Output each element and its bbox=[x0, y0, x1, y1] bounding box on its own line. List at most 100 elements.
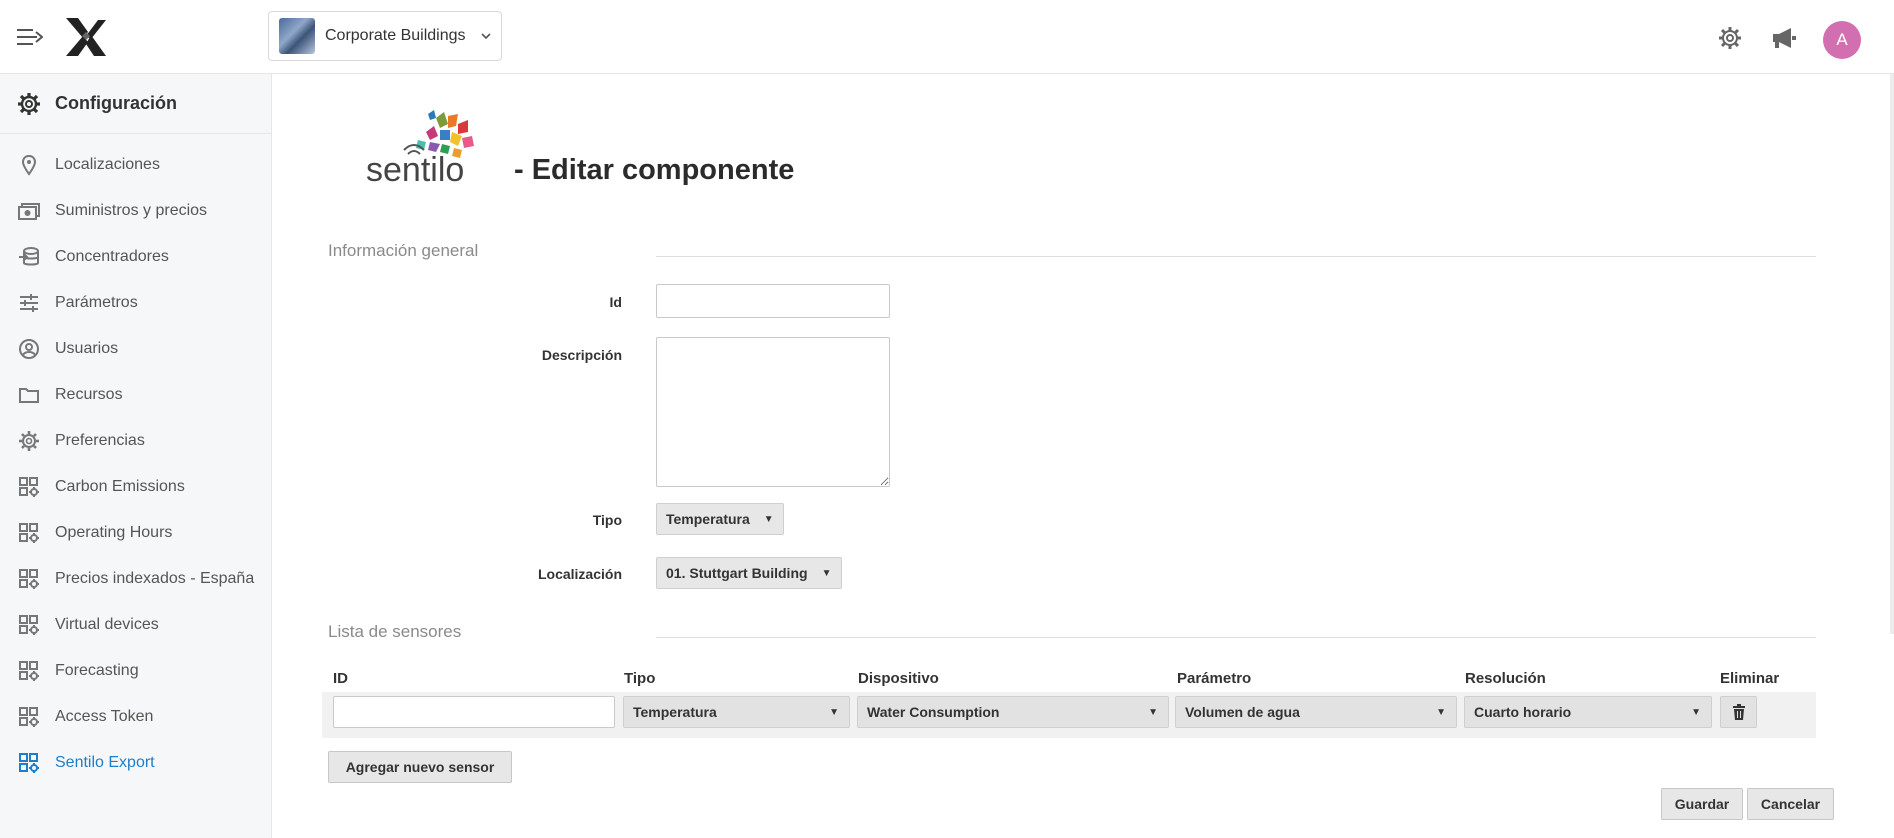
sliders-icon bbox=[20, 294, 38, 312]
gear-icon bbox=[18, 92, 40, 115]
trash-icon bbox=[1732, 704, 1745, 720]
type-select[interactable]: Temperatura ▼ bbox=[656, 503, 784, 535]
app-logo[interactable] bbox=[64, 18, 106, 56]
section-sensors-title: Lista de sensores bbox=[328, 622, 462, 641]
megaphone-icon[interactable] bbox=[1772, 27, 1798, 49]
database-icon bbox=[19, 247, 39, 266]
sidebar-item-label: Localizaciones bbox=[55, 156, 160, 173]
sidebar-header: Configuración bbox=[0, 74, 271, 134]
money-icon bbox=[18, 203, 40, 220]
location-label: Localización bbox=[537, 566, 622, 582]
cancel-button[interactable]: Cancelar bbox=[1747, 788, 1834, 820]
sidebar-item-suministros[interactable]: Suministros y precios bbox=[0, 188, 271, 234]
sensor-id-input[interactable] bbox=[333, 696, 615, 728]
scrollbar[interactable] bbox=[1890, 74, 1894, 634]
sidebar-item-label: Access Token bbox=[55, 708, 154, 725]
location-select-value: 01. Stuttgart Building bbox=[666, 565, 808, 581]
sidebar-item-sentilo-export[interactable]: Sentilo Export bbox=[0, 740, 271, 786]
sensor-type-select[interactable]: Temperatura ▼ bbox=[623, 696, 850, 728]
sidebar-item-label: Precios indexados - España bbox=[55, 570, 255, 587]
type-select-value: Temperatura bbox=[666, 511, 750, 527]
page-title: - Editar componente bbox=[514, 154, 795, 186]
sidebar-item-virtual-devices[interactable]: Virtual devices bbox=[0, 602, 271, 648]
sidebar-item-label: Concentradores bbox=[55, 248, 169, 265]
sidebar-item-operating-hours[interactable]: Operating Hours bbox=[0, 510, 271, 556]
widgets-gear-icon bbox=[19, 661, 39, 681]
save-button[interactable]: Guardar bbox=[1661, 788, 1743, 820]
sidebar-item-precios-indexados[interactable]: Precios indexados - España bbox=[0, 556, 271, 602]
settings-gear-icon[interactable] bbox=[1718, 26, 1742, 50]
location-select[interactable]: 01. Stuttgart Building ▼ bbox=[656, 557, 842, 589]
sidebar-item-label: Forecasting bbox=[55, 662, 139, 679]
sidebar-item-localizaciones[interactable]: Localizaciones bbox=[0, 142, 271, 188]
caret-down-icon: ▼ bbox=[763, 513, 774, 525]
sidebar-item-recursos[interactable]: Recursos bbox=[0, 372, 271, 418]
section-divider bbox=[656, 637, 1816, 638]
gear-icon bbox=[19, 431, 39, 451]
widgets-gear-icon bbox=[19, 523, 39, 543]
column-header-type: Tipo bbox=[624, 670, 656, 687]
sidebar-item-label: Operating Hours bbox=[55, 524, 173, 541]
caret-down-icon: ▼ bbox=[1436, 706, 1446, 718]
main-content: sentilo - Editar componente Información … bbox=[272, 74, 1890, 838]
location-pin-icon bbox=[21, 154, 37, 176]
sidebar-item-label: Sentilo Export bbox=[55, 754, 155, 771]
widgets-gear-icon bbox=[19, 477, 39, 497]
sidebar-item-forecasting[interactable]: Forecasting bbox=[0, 648, 271, 694]
sentilo-logo-text: sentilo bbox=[366, 151, 464, 184]
menu-toggle-icon[interactable] bbox=[17, 26, 43, 48]
sensor-device-select[interactable]: Water Consumption ▼ bbox=[857, 696, 1169, 728]
caret-down-icon: ▼ bbox=[1148, 706, 1158, 718]
section-general-title: Información general bbox=[328, 241, 479, 260]
user-avatar[interactable]: A bbox=[1823, 21, 1861, 59]
column-header-device: Dispositivo bbox=[858, 670, 939, 687]
widgets-gear-icon bbox=[19, 753, 39, 773]
sensor-parameter-value: Volumen de agua bbox=[1185, 704, 1300, 720]
sensor-resolution-value: Cuarto horario bbox=[1474, 704, 1572, 720]
sensor-resolution-select[interactable]: Cuarto horario ▼ bbox=[1464, 696, 1712, 728]
sidebar-item-label: Virtual devices bbox=[55, 616, 159, 633]
sidebar-item-label: Carbon Emissions bbox=[55, 478, 185, 495]
id-input[interactable] bbox=[656, 284, 890, 318]
sidebar-item-carbon-emissions[interactable]: Carbon Emissions bbox=[0, 464, 271, 510]
sidebar-item-access-token[interactable]: Access Token bbox=[0, 694, 271, 740]
sentilo-logo: sentilo bbox=[366, 110, 474, 184]
description-label: Descripción bbox=[541, 347, 622, 363]
building-name: Corporate Buildings bbox=[325, 27, 466, 44]
sensor-parameter-select[interactable]: Volumen de agua ▼ bbox=[1175, 696, 1457, 728]
sidebar-item-label: Parámetros bbox=[55, 294, 138, 311]
caret-down-icon: ▼ bbox=[829, 706, 839, 718]
widgets-gear-icon bbox=[19, 569, 39, 589]
sidebar-item-usuarios[interactable]: Usuarios bbox=[0, 326, 271, 372]
caret-down-icon: ▼ bbox=[821, 567, 832, 579]
sidebar-title: Configuración bbox=[55, 93, 177, 113]
sidebar-item-label: Recursos bbox=[55, 386, 123, 403]
column-header-resolution: Resolución bbox=[1465, 670, 1546, 687]
sensor-device-value: Water Consumption bbox=[867, 704, 1000, 720]
id-label: Id bbox=[609, 294, 622, 310]
description-textarea[interactable] bbox=[656, 337, 890, 487]
building-thumbnail bbox=[279, 18, 315, 54]
widgets-gear-icon bbox=[19, 615, 39, 635]
section-divider bbox=[656, 256, 1816, 257]
chevron-down-icon bbox=[480, 33, 491, 40]
delete-sensor-button[interactable] bbox=[1720, 696, 1757, 728]
column-header-id: ID bbox=[333, 670, 348, 687]
sidebar-item-preferencias[interactable]: Preferencias bbox=[0, 418, 271, 464]
column-header-parameter: Parámetro bbox=[1177, 670, 1252, 687]
column-header-delete: Eliminar bbox=[1720, 670, 1780, 687]
sidebar-item-label: Suministros y precios bbox=[55, 202, 208, 219]
add-sensor-button[interactable]: Agregar nuevo sensor bbox=[328, 751, 512, 783]
caret-down-icon: ▼ bbox=[1691, 706, 1701, 718]
user-circle-icon bbox=[19, 339, 39, 359]
sidebar-item-concentradores[interactable]: Concentradores bbox=[0, 234, 271, 280]
sidebar: Configuración Localizaciones Suministros… bbox=[0, 74, 272, 838]
type-label: Tipo bbox=[592, 512, 622, 528]
building-selector[interactable]: Corporate Buildings bbox=[268, 11, 502, 61]
sidebar-item-parametros[interactable]: Parámetros bbox=[0, 280, 271, 326]
widgets-gear-icon bbox=[19, 707, 39, 727]
sidebar-item-label: Preferencias bbox=[55, 432, 145, 449]
sidebar-item-label: Usuarios bbox=[55, 340, 119, 357]
folder-icon bbox=[19, 388, 39, 403]
top-bar: Corporate Buildings A bbox=[0, 0, 1894, 74]
